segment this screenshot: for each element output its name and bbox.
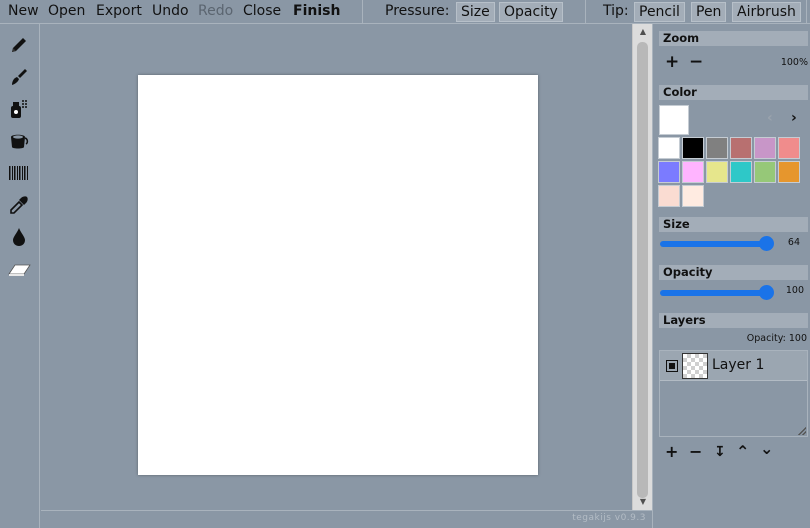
layer-list[interactable]: Layer 1 — [659, 350, 808, 437]
fill-tool[interactable] — [6, 128, 32, 154]
color-swatch[interactable] — [682, 161, 704, 183]
color-swatch[interactable] — [706, 137, 728, 159]
new-button[interactable]: New — [8, 0, 39, 24]
current-color-swatch[interactable] — [659, 105, 689, 135]
redo-button[interactable]: Redo — [198, 0, 233, 24]
eyedropper-tool[interactable] — [6, 192, 32, 218]
resize-grip-icon[interactable] — [798, 427, 806, 435]
brush-icon — [12, 69, 27, 85]
tip-pen-button[interactable]: Pen — [691, 2, 727, 22]
finish-button[interactable]: Finish — [293, 0, 340, 24]
zoom-value: 100% — [780, 57, 808, 68]
close-button[interactable]: Close — [243, 0, 281, 24]
top-toolbar: New Open Export Undo Redo Close Finish P… — [0, 0, 810, 24]
layer-thumbnail — [682, 353, 708, 379]
layer-opacity-label: Opacity: 100 — [746, 333, 807, 344]
ink-tool[interactable] — [6, 224, 32, 250]
spray-can-icon — [11, 100, 27, 118]
merge-down-icon[interactable]: ↧ — [714, 444, 726, 460]
color-swatch[interactable] — [778, 161, 800, 183]
palette-next-icon[interactable]: › — [791, 110, 797, 126]
opacity-title: Opacity — [659, 265, 808, 280]
scrollbar-thumb[interactable] — [637, 42, 648, 498]
toolbar-divider — [362, 0, 363, 24]
color-swatch[interactable] — [754, 137, 776, 159]
color-swatch[interactable] — [658, 185, 680, 207]
drawing-canvas[interactable] — [138, 75, 538, 475]
pressure-label: Pressure: — [385, 3, 450, 19]
zoom-out-icon[interactable]: − — [689, 54, 703, 71]
bucket-icon — [11, 134, 29, 149]
opacity-slider[interactable] — [660, 284, 774, 302]
color-swatch[interactable] — [658, 161, 680, 183]
layer-visibility-checkbox[interactable] — [666, 360, 678, 372]
pattern-icon — [9, 166, 28, 180]
color-swatch[interactable] — [706, 161, 728, 183]
tool-palette — [0, 24, 40, 528]
version-label: tegakijs v0.9.3 — [572, 513, 646, 523]
layers-title: Layers — [659, 313, 808, 328]
color-swatch[interactable] — [658, 137, 680, 159]
move-layer-down-icon[interactable]: ⌄ — [760, 441, 773, 457]
move-layer-up-icon[interactable]: ⌃ — [736, 444, 749, 460]
remove-layer-icon[interactable]: − — [689, 444, 702, 460]
eraser-icon — [8, 264, 31, 276]
tip-airbrush-button[interactable]: Airbrush — [732, 2, 801, 22]
layer-row[interactable]: Layer 1 — [660, 351, 807, 381]
export-button[interactable]: Export — [96, 0, 142, 24]
eyedropper-icon — [10, 196, 28, 214]
color-swatch[interactable] — [730, 161, 752, 183]
pencil-tool[interactable] — [6, 32, 32, 58]
add-layer-icon[interactable]: + — [665, 444, 678, 460]
toolbar-divider — [585, 0, 586, 24]
tip-label: Tip: — [603, 3, 629, 19]
airbrush-tool[interactable] — [6, 96, 32, 122]
pressure-size-toggle[interactable]: Size — [456, 2, 495, 22]
eraser-tool[interactable] — [6, 256, 32, 282]
color-swatch[interactable] — [682, 137, 704, 159]
pressure-opacity-toggle[interactable]: Opacity — [499, 2, 563, 22]
layer-name[interactable]: Layer 1 — [712, 357, 764, 373]
open-button[interactable]: Open — [48, 0, 85, 24]
undo-button[interactable]: Undo — [152, 0, 189, 24]
color-swatch[interactable] — [754, 161, 776, 183]
ink-drop-icon — [13, 228, 25, 246]
color-swatch[interactable] — [730, 137, 752, 159]
scroll-up-icon[interactable]: ▲ — [633, 24, 653, 40]
right-panel: Zoom + − 100% Color ‹ › Size 64 Opacity … — [652, 24, 810, 528]
vertical-scrollbar[interactable]: ▲ ▼ — [632, 24, 652, 510]
opacity-slider-thumb[interactable] — [759, 285, 774, 300]
zoom-in-icon[interactable]: + — [665, 54, 679, 71]
size-slider[interactable] — [660, 235, 774, 253]
tip-pencil-button[interactable]: Pencil — [634, 2, 685, 22]
toolbar-divider — [806, 0, 807, 24]
pencil-icon — [12, 38, 26, 52]
brush-tool[interactable] — [6, 64, 32, 90]
size-slider-track — [660, 241, 768, 247]
color-title: Color — [659, 85, 808, 100]
size-slider-thumb[interactable] — [759, 236, 774, 251]
opacity-value: 100 — [785, 285, 804, 296]
opacity-slider-track — [660, 290, 768, 296]
color-swatch[interactable] — [778, 137, 800, 159]
tegaki-app: New Open Export Undo Redo Close Finish P… — [0, 0, 810, 528]
pattern-tool[interactable] — [6, 160, 32, 186]
scroll-down-icon[interactable]: ▼ — [633, 494, 653, 510]
size-title: Size — [659, 217, 808, 232]
status-bar: tegakijs v0.9.3 — [41, 510, 652, 528]
palette-prev-icon[interactable]: ‹ — [767, 110, 773, 126]
size-value: 64 — [787, 237, 800, 248]
color-swatch[interactable] — [682, 185, 704, 207]
zoom-title: Zoom — [659, 31, 808, 46]
